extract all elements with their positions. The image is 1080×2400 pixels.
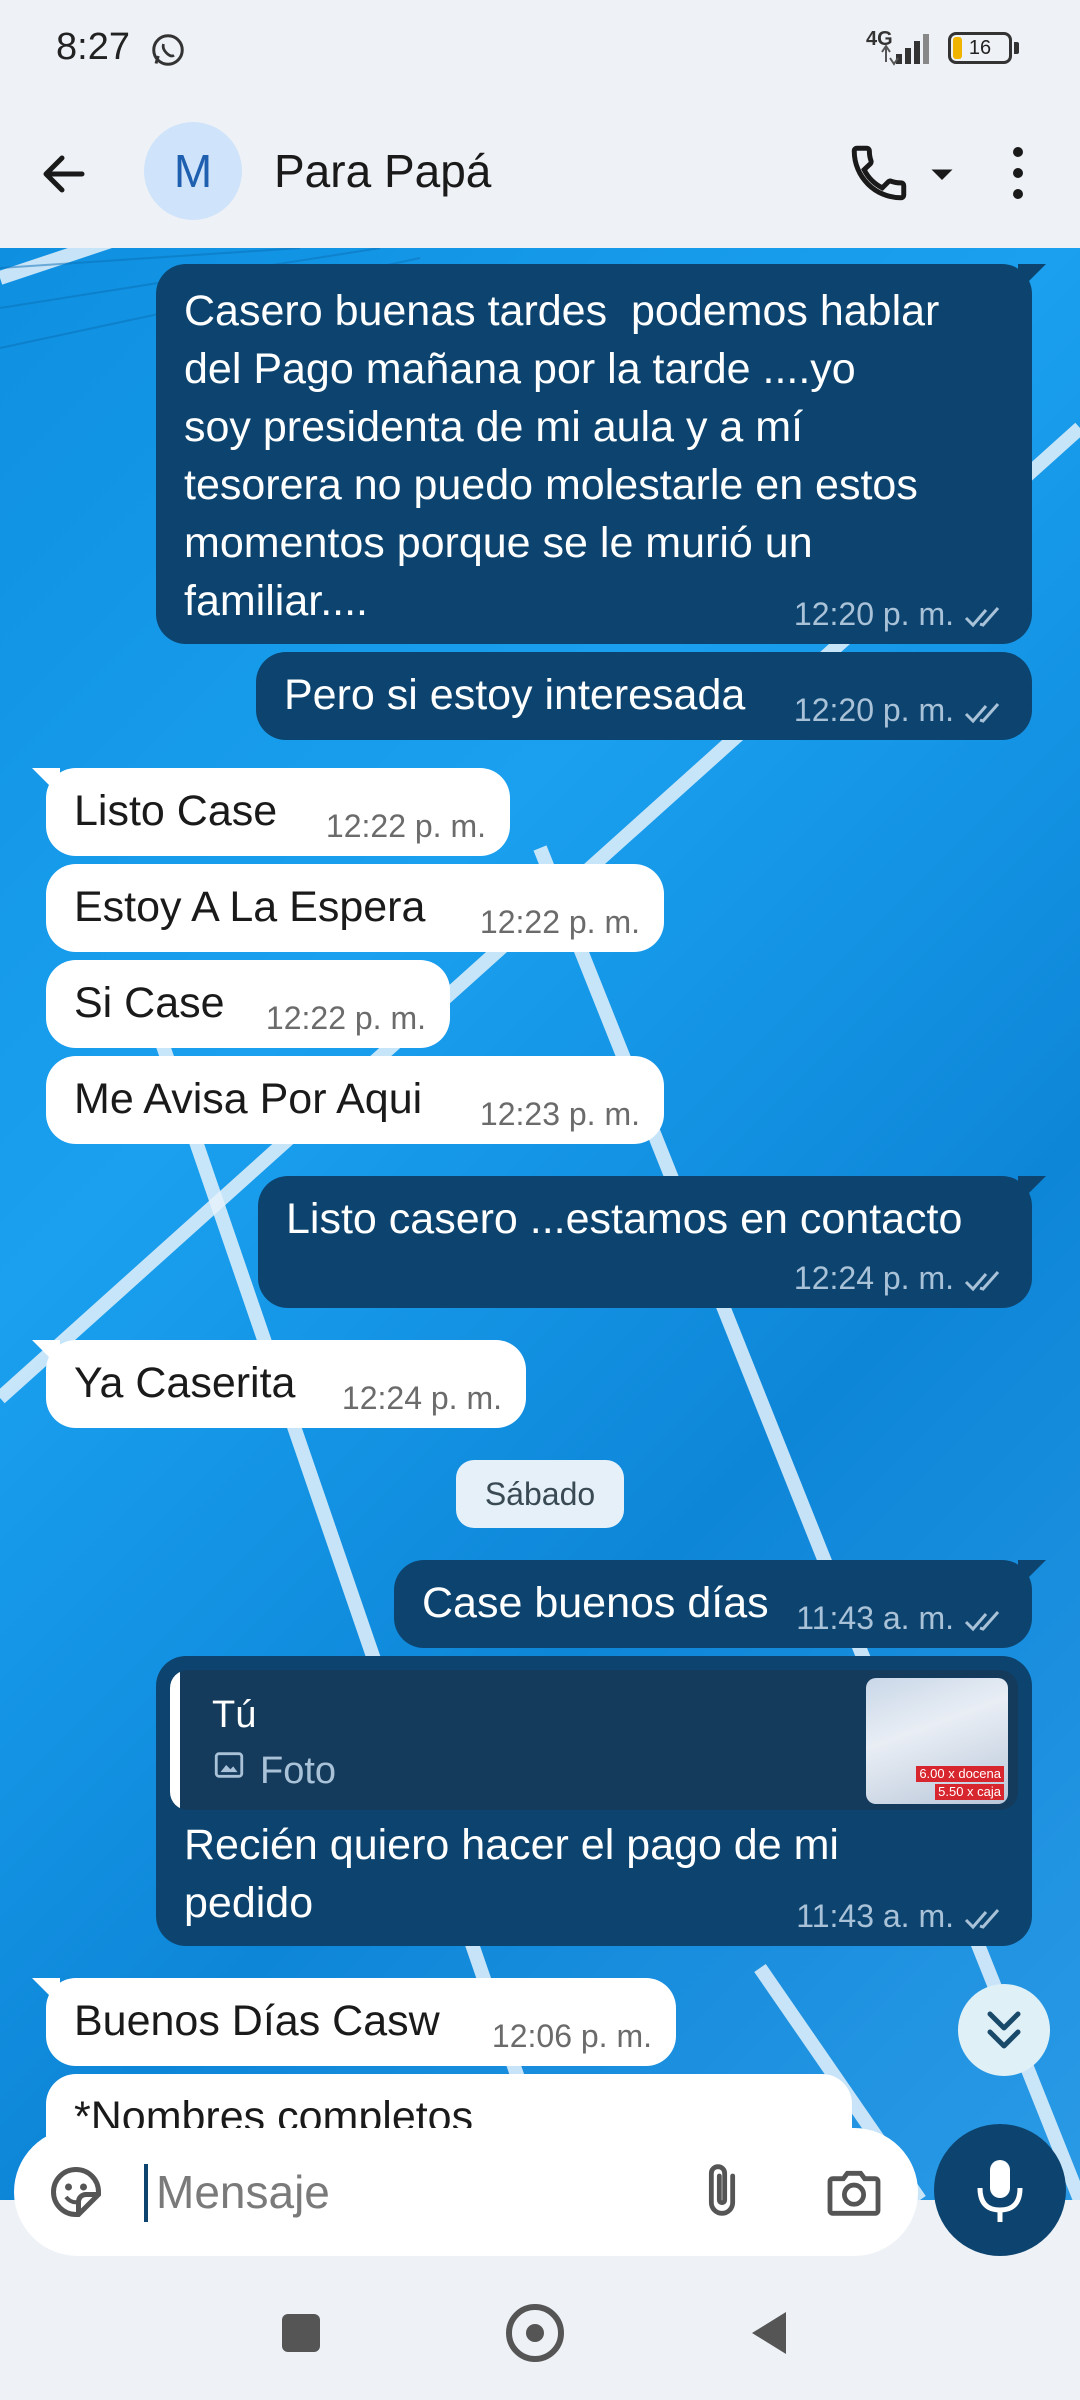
message-time: 12:22 p. m. bbox=[325, 808, 486, 844]
message-meta: 12:20 p. m. bbox=[794, 692, 1008, 728]
bubble-tail bbox=[32, 768, 60, 796]
message-time: 12:20 p. m. bbox=[793, 692, 954, 728]
battery-tip bbox=[1014, 42, 1019, 54]
double-chevron-down-icon bbox=[987, 2011, 1021, 2049]
system-navigation-bar bbox=[0, 2270, 1080, 2400]
message-incoming[interactable]: Listo Case 12:22 p. m. bbox=[32, 768, 510, 856]
thumb-label-2: 5.50 x caja bbox=[935, 1784, 1004, 1800]
date-separator: Sábado bbox=[456, 1460, 624, 1528]
message-time: 12:06 p. m. bbox=[491, 2018, 652, 2054]
battery-level: 16 bbox=[968, 37, 992, 59]
bubble-tail bbox=[1018, 1176, 1046, 1204]
message-composer: Mensaje bbox=[14, 2128, 918, 2256]
message-time: 12:22 p. m. bbox=[479, 904, 640, 940]
message-time: 12:23 p. m. bbox=[479, 1096, 640, 1132]
phone-icon[interactable] bbox=[846, 140, 912, 206]
signal-icon bbox=[881, 34, 929, 66]
thumb-label-1: 6.00 x docena bbox=[916, 1766, 1004, 1782]
message-text: Casero buenas tardes podemos hablar del … bbox=[184, 287, 940, 625]
message-incoming[interactable]: Si Case 12:22 p. m. bbox=[46, 960, 450, 1048]
whatsapp-icon bbox=[152, 34, 184, 66]
double-check-icon bbox=[964, 606, 1000, 627]
message-incoming[interactable]: Buenos Días Casw 12:06 p. m. bbox=[32, 1978, 676, 2066]
chat-background[interactable]: Casero buenas tardes podemos hablar del … bbox=[0, 248, 1080, 2200]
dropdown-caret-icon[interactable] bbox=[924, 156, 960, 192]
quote-accent-bar bbox=[170, 1670, 180, 1810]
back-triangle-icon[interactable] bbox=[746, 2308, 790, 2358]
status-time: 8:27 bbox=[56, 26, 130, 68]
home-dot bbox=[526, 2324, 544, 2342]
bubble-tail bbox=[32, 1340, 60, 1368]
quote-type: Foto bbox=[260, 1750, 337, 1792]
home-circle-icon[interactable] bbox=[506, 2304, 564, 2362]
battery-icon: 16 bbox=[948, 32, 1012, 64]
message-meta: 11:43 a. m. bbox=[796, 1898, 1008, 1934]
message-outgoing[interactable]: Case buenos días 11:43 a. m. bbox=[394, 1560, 1046, 1648]
voice-record-button[interactable] bbox=[934, 2124, 1066, 2256]
paperclip-icon[interactable] bbox=[690, 2158, 754, 2226]
bubble-tail bbox=[1018, 264, 1046, 292]
quote-author: Tú bbox=[212, 1694, 257, 1736]
message-outgoing[interactable]: Pero si estoy interesada 12:20 p. m. bbox=[256, 652, 1032, 740]
bubble-tail bbox=[1018, 1560, 1046, 1588]
bubble-tail bbox=[32, 1978, 60, 2006]
back-arrow-icon[interactable] bbox=[34, 144, 94, 204]
message-time: 12:22 p. m. bbox=[265, 1000, 426, 1036]
message-meta: 12:24 p. m. bbox=[794, 1260, 1008, 1296]
message-text: Listo casero ...estamos en contacto bbox=[286, 1195, 963, 1243]
message-input[interactable]: Mensaje bbox=[144, 2158, 664, 2226]
message-time: 12:20 p. m. bbox=[793, 596, 954, 632]
message-time: 12:24 p. m. bbox=[793, 1260, 954, 1296]
message-outgoing[interactable]: Listo casero ...estamos en contacto 12:2… bbox=[258, 1176, 1046, 1308]
camera-icon[interactable] bbox=[822, 2160, 886, 2224]
double-check-icon bbox=[964, 702, 1000, 723]
message-meta: 12:20 p. m. bbox=[794, 596, 1008, 632]
message-time: 11:43 a. m. bbox=[796, 1898, 954, 1934]
message-meta: 11:43 a. m. bbox=[796, 1600, 1008, 1636]
quoted-message[interactable]: Tú Foto 6.00 x docena 5.50 x caja bbox=[170, 1670, 1018, 1810]
status-bar: 8:27 4G 16 bbox=[0, 0, 1080, 100]
sticker-icon[interactable] bbox=[46, 2162, 106, 2222]
photo-icon bbox=[214, 1752, 244, 1778]
double-check-icon bbox=[964, 1908, 1000, 1929]
double-check-icon bbox=[964, 1610, 1000, 1631]
chat-header: M Para Papá bbox=[0, 100, 1080, 248]
microphone-icon bbox=[977, 2160, 1023, 2222]
message-outgoing[interactable]: Casero buenas tardes podemos hablar del … bbox=[156, 264, 1046, 644]
message-outgoing-reply[interactable]: Tú Foto 6.00 x docena 5.50 x caja Recién… bbox=[156, 1656, 1032, 1946]
recents-square-icon[interactable] bbox=[282, 2314, 320, 2352]
double-check-icon bbox=[964, 1270, 1000, 1291]
message-time: 12:24 p. m. bbox=[341, 1380, 502, 1416]
more-vertical-icon[interactable] bbox=[1000, 140, 1036, 206]
message-incoming[interactable]: Ya Caserita 12:24 p. m. bbox=[32, 1340, 526, 1428]
scroll-to-bottom-button[interactable] bbox=[958, 1984, 1050, 2076]
quote-thumbnail: 6.00 x docena 5.50 x caja bbox=[866, 1678, 1008, 1804]
message-incoming[interactable]: Me Avisa Por Aqui 12:23 p. m. bbox=[46, 1056, 664, 1144]
message-incoming[interactable]: Estoy A La Espera 12:22 p. m. bbox=[46, 864, 664, 952]
contact-avatar[interactable]: M bbox=[144, 122, 242, 220]
message-time: 11:43 a. m. bbox=[796, 1600, 954, 1636]
contact-name[interactable]: Para Papá bbox=[274, 144, 491, 198]
